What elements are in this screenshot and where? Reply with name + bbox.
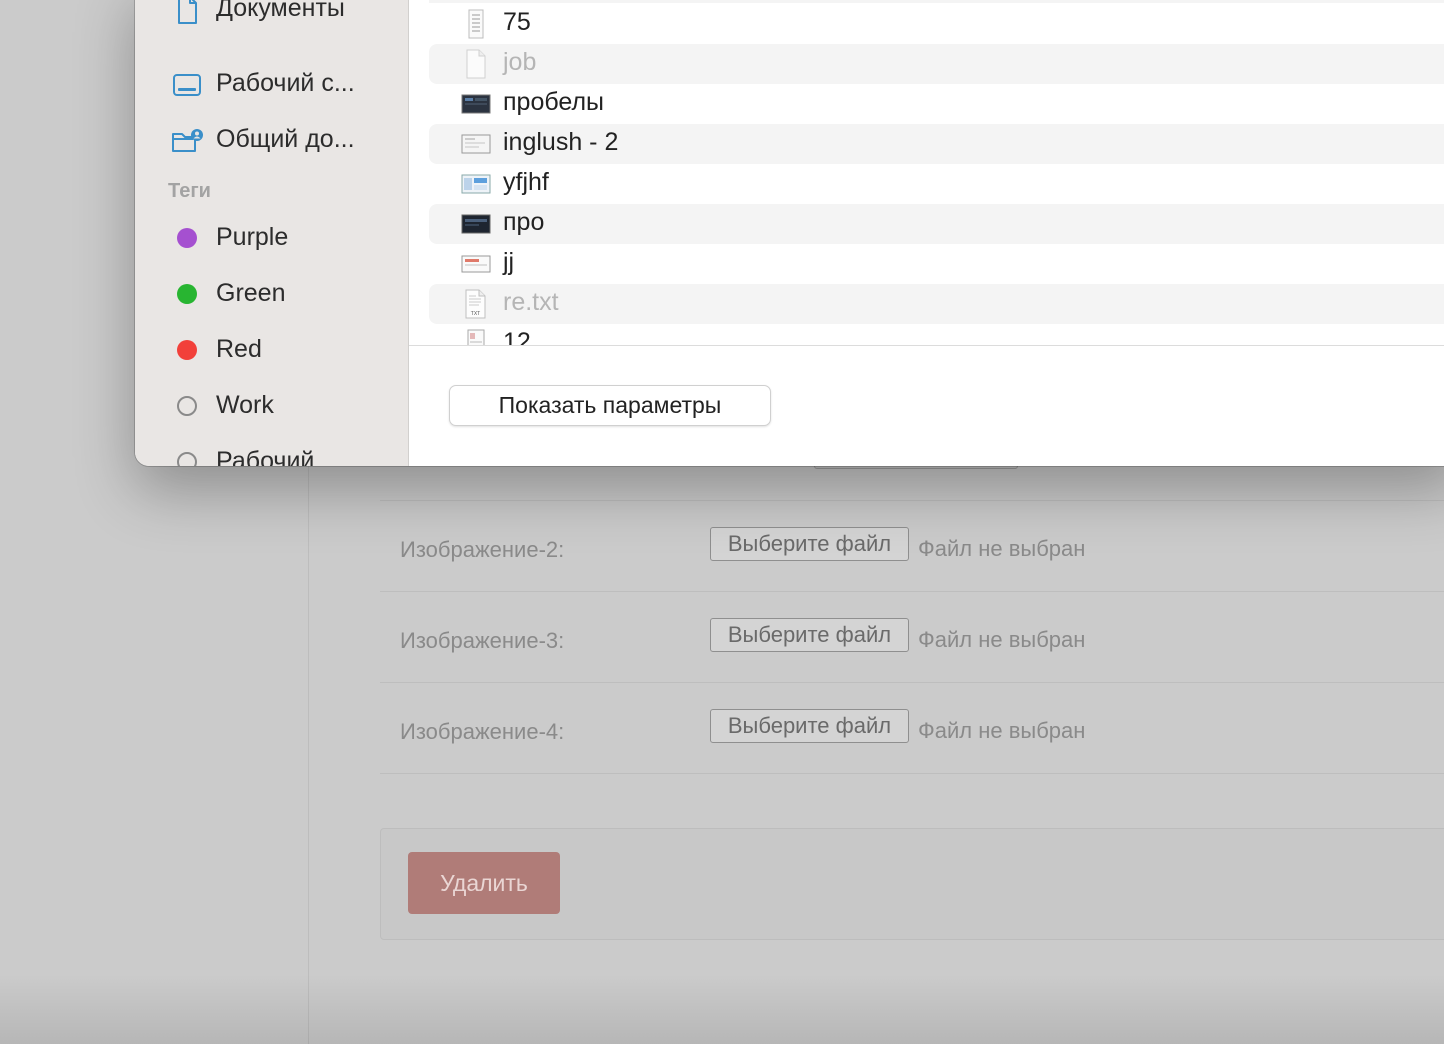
file-name: про	[503, 208, 545, 236]
tag-label: Рабочий	[216, 447, 315, 466]
spreadsheet-thumbnail-icon	[461, 9, 491, 39]
file-list-top-edge	[429, 0, 1444, 3]
tag-red[interactable]: Red	[135, 329, 408, 373]
file-row[interactable]: 75	[429, 4, 1444, 44]
bottom-shade	[0, 974, 1444, 1044]
file-open-dialog: Документы Рабочий с... Общий до... Теги …	[135, 0, 1444, 466]
document-icon	[171, 0, 203, 26]
file-status-4: Файл не выбран	[918, 718, 1086, 743]
file-name: 12	[503, 328, 531, 346]
tag-purple[interactable]: Purple	[135, 217, 408, 261]
file-name: jj	[503, 248, 515, 276]
tag-label: Purple	[216, 223, 289, 251]
show-options-button[interactable]: Показать параметры	[449, 385, 771, 426]
light-screenshot-icon	[461, 129, 491, 159]
sidebar-item-label: Общий до...	[216, 125, 355, 153]
file-name: 75	[503, 8, 531, 36]
file-list: 75 job пробелы inglush - 2 yfjhf про jj …	[409, 0, 1444, 346]
image-4-label: Изображение-4:	[400, 719, 565, 744]
file-row[interactable]: TXT re.txt	[429, 284, 1444, 324]
shared-folder-icon	[171, 125, 203, 157]
sidebar-item-label: Документы	[216, 0, 345, 22]
file-row[interactable]: yfjhf	[429, 164, 1444, 204]
file-name: inglush - 2	[503, 128, 619, 156]
file-row[interactable]: job	[429, 44, 1444, 84]
delete-button[interactable]: Удалить	[408, 852, 560, 914]
txt-file-icon: TXT	[461, 289, 491, 319]
svg-text:TXT: TXT	[471, 311, 480, 317]
choose-file-button-2[interactable]: Выберите файл	[710, 527, 909, 561]
delete-panel: Удалить	[380, 828, 1444, 940]
dialog-main: 75 job пробелы inglush - 2 yfjhf про jj …	[409, 0, 1444, 466]
empty-tag-dot	[177, 452, 197, 466]
tag-work[interactable]: Work	[135, 385, 408, 429]
red-tag-dot	[177, 340, 197, 360]
file-status-2: Файл не выбран	[918, 536, 1086, 561]
file-row[interactable]: пробелы	[429, 84, 1444, 124]
file-row[interactable]: 12	[429, 324, 1444, 346]
empty-tag-dot	[177, 396, 197, 416]
dialog-sidebar: Документы Рабочий с... Общий до... Теги …	[135, 0, 409, 466]
blue-screenshot-icon	[461, 169, 491, 199]
document-thumbnail-icon	[461, 329, 491, 345]
tag-label: Green	[216, 279, 286, 307]
image-row-2: Изображение-2: Выберите файл Файл не выб…	[380, 501, 1444, 592]
sidebar-item-documents[interactable]: Документы	[135, 0, 408, 32]
file-row[interactable]: jj	[429, 244, 1444, 284]
file-name: yfjhf	[503, 168, 549, 196]
file-row[interactable]: inglush - 2	[429, 124, 1444, 164]
tag-label: Work	[216, 391, 274, 419]
file-name: re.txt	[503, 288, 559, 316]
desktop-icon	[171, 69, 203, 101]
purple-tag-dot	[177, 228, 197, 248]
file-name: пробелы	[503, 88, 605, 116]
sidebar-item-shared[interactable]: Общий до...	[135, 119, 408, 163]
red-screenshot-icon	[461, 249, 491, 279]
tag-label: Red	[216, 335, 262, 363]
choose-file-button-3[interactable]: Выберите файл	[710, 618, 909, 652]
image-3-label: Изображение-3:	[400, 628, 565, 653]
green-tag-dot	[177, 284, 197, 304]
sidebar-item-desktop[interactable]: Рабочий с...	[135, 63, 408, 107]
file-name: job	[503, 48, 537, 76]
image-row-4: Изображение-4: Выберите файл Файл не выб…	[380, 683, 1444, 774]
file-row[interactable]: про	[429, 204, 1444, 244]
image-2-label: Изображение-2:	[400, 537, 565, 562]
file-status-3: Файл не выбран	[918, 627, 1086, 652]
sidebar-item-label: Рабочий с...	[216, 69, 355, 97]
image-row-3: Изображение-3: Выберите файл Файл не выб…	[380, 592, 1444, 683]
tag-green[interactable]: Green	[135, 273, 408, 317]
dark-screenshot-icon	[461, 89, 491, 119]
blank-document-icon	[461, 49, 491, 79]
tag-rabochiy[interactable]: Рабочий	[135, 441, 408, 466]
choose-file-button-4[interactable]: Выберите файл	[710, 709, 909, 743]
dark-screenshot-icon	[461, 209, 491, 239]
tags-section-title: Теги	[168, 180, 211, 202]
